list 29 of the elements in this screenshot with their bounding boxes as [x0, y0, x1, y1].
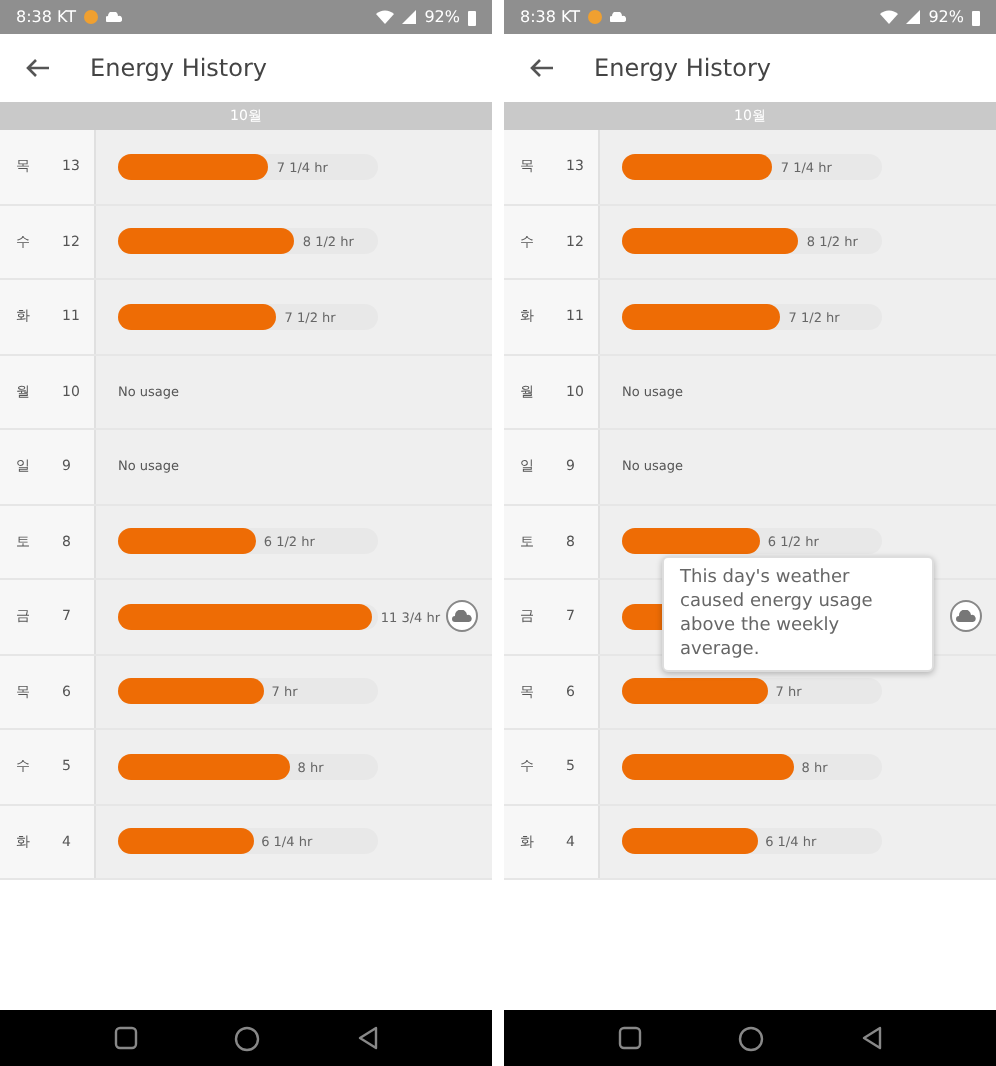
back-arrow-icon — [530, 58, 554, 78]
home-icon[interactable] — [233, 1025, 259, 1051]
back-arrow-icon — [26, 58, 50, 78]
battery-icon — [972, 9, 980, 25]
recent-apps-icon[interactable] — [617, 1026, 641, 1050]
battery-percent: 92% — [424, 8, 460, 26]
weather-button[interactable] — [446, 600, 478, 633]
signal-icon — [402, 10, 417, 24]
weather-tooltip: This day's weather caused energy usage above the weekly average. — [662, 556, 934, 672]
battery-percent: 92% — [928, 8, 964, 26]
cloud-icon — [610, 12, 627, 22]
screen-title: Energy History — [90, 54, 268, 82]
wifi-icon — [880, 10, 899, 24]
back-icon[interactable] — [859, 1026, 883, 1050]
battery-icon — [468, 9, 476, 25]
wifi-icon — [376, 10, 395, 24]
cloud-icon — [106, 12, 123, 22]
status-time: 8:38 KT — [520, 8, 581, 26]
screen-title: Energy History — [594, 54, 772, 82]
recent-apps-icon[interactable] — [113, 1026, 137, 1050]
back-icon[interactable] — [355, 1026, 379, 1050]
cloud-icon — [956, 610, 976, 623]
cloud-icon — [452, 610, 472, 623]
signal-icon — [906, 10, 921, 24]
notification-icon — [588, 10, 603, 24]
home-icon[interactable] — [737, 1025, 763, 1051]
status-time: 8:38 KT — [16, 8, 77, 26]
weather-button[interactable] — [950, 600, 982, 633]
notification-icon — [84, 10, 99, 24]
